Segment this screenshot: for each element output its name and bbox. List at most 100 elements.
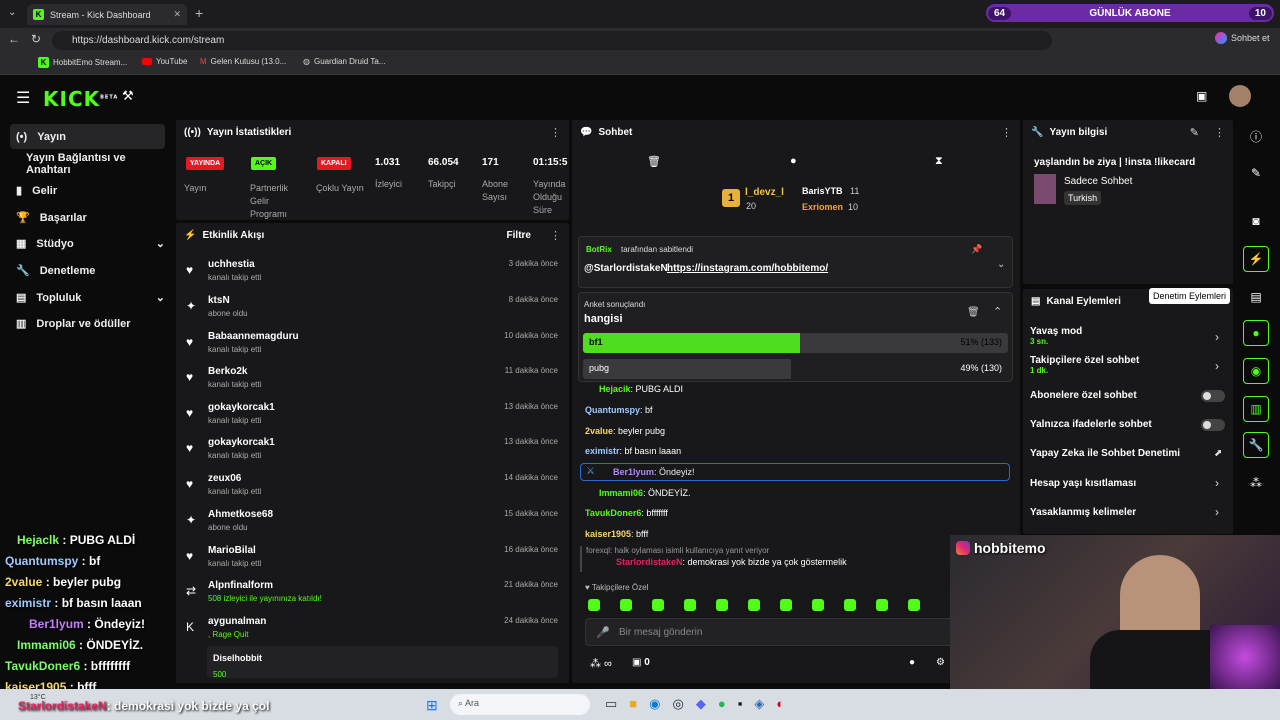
avatar[interactable]: [1229, 85, 1251, 107]
stat-label: Takipçi: [428, 179, 456, 189]
lightning-icon[interactable]: ⚡: [1243, 246, 1269, 272]
banned-words-option[interactable]: Yasaklanmış kelimeler: [1030, 507, 1136, 518]
users-icon[interactable]: ⁂ ∞: [590, 657, 612, 670]
gift-icon[interactable]: ▣ 0: [632, 657, 650, 668]
more-icon[interactable]: ⋮: [1001, 126, 1012, 139]
camera-icon[interactable]: ◙: [1243, 208, 1269, 234]
chat-rail-icon[interactable]: ●: [1243, 320, 1269, 346]
stat-label: Yayın: [184, 183, 207, 193]
slow-mode-option[interactable]: Yavaş mod 3 sn.: [1030, 326, 1082, 346]
chat-input-placeholder: Bir mesaj gönderin: [619, 627, 703, 638]
edit-icon[interactable]: ✎: [1190, 126, 1199, 139]
windows-start-icon[interactable]: ⊞: [426, 697, 438, 714]
grid-icon[interactable]: ▣: [1196, 89, 1207, 103]
hourglass-icon[interactable]: ⧗: [935, 155, 943, 168]
users-rail-icon[interactable]: ⁂: [1243, 470, 1269, 496]
copilot-button[interactable]: Sohbet et: [1215, 32, 1270, 44]
new-tab-icon[interactable]: +: [195, 5, 203, 21]
partner-badge: AÇIK: [251, 157, 277, 170]
emote-only-toggle[interactable]: [1201, 419, 1225, 431]
address-bar-row: ← ↻ https://dashboard.kick.com/stream So…: [0, 28, 1280, 53]
kick-logo[interactable]: KICKBETA: [43, 87, 118, 111]
steam-icon[interactable]: ◎: [673, 696, 684, 712]
terminal-icon[interactable]: ▪: [738, 696, 743, 712]
pin-icon[interactable]: 📌: [971, 244, 982, 255]
settings-gear-icon[interactable]: ⚙: [936, 657, 945, 668]
bookmark-item[interactable]: YouTube: [142, 57, 187, 66]
ai-moderation-option[interactable]: Yapay Zeka ile Sohbet Denetimi: [1030, 448, 1180, 459]
rank-badge: 1: [722, 189, 740, 207]
sidebar-item-topluluk[interactable]: ▤ Topluluk ⌄: [10, 285, 165, 310]
wrench-rail-icon[interactable]: 🔧: [1243, 432, 1269, 458]
actions-icon: ▤: [1031, 296, 1041, 307]
file-explorer-icon[interactable]: ■: [629, 696, 637, 712]
sidebar-item-gelir[interactable]: ▮ Gelir: [10, 178, 165, 203]
overlay-last-line: StarlordistakeN: demokrasi yok bizde ya …: [18, 699, 270, 713]
multistream-badge: KAPALI: [317, 157, 351, 170]
sidebar-item-droplar[interactable]: ▥ Droplar ve ödüller: [10, 311, 165, 336]
sidebar-item-stream-key[interactable]: Yayın Bağlantısı ve Anahtarı: [10, 151, 165, 176]
chat-message: eximistr: bf basın laaan: [585, 446, 682, 456]
top-gifter-name: l_devz_l: [745, 187, 784, 198]
activity-event: ♥ gokaykorcak1 kanalı takip etti 13 dakika …: [186, 437, 558, 460]
category-name: Sadece Sohbet: [1064, 176, 1133, 187]
url-input[interactable]: https://dashboard.kick.com/stream: [52, 31, 1052, 50]
trash-icon[interactable]: 🗑: [967, 307, 980, 318]
more-icon[interactable]: ⋮: [550, 126, 561, 139]
broadcast-rail-icon[interactable]: ◉: [1243, 358, 1269, 384]
webcam-feed: [950, 535, 1280, 690]
sidebar-item-yayin[interactable]: (•) Yayın: [10, 124, 165, 149]
tab-close-icon[interactable]: ✕: [173, 9, 181, 20]
discord-icon[interactable]: ◆: [696, 696, 706, 712]
more-icon[interactable]: ⋮: [550, 229, 561, 242]
bookmark-item[interactable]: ◍ Guardian Druid Ta...: [303, 57, 385, 66]
emote-row[interactable]: [588, 599, 958, 613]
clipboard-icon[interactable]: ▤: [1243, 284, 1269, 310]
filter-button[interactable]: Filtre: [507, 230, 531, 241]
taskbar-search[interactable]: ⌕ Ara: [450, 694, 590, 715]
pencil-icon[interactable]: ✎: [1243, 160, 1269, 186]
reload-icon[interactable]: ↻: [31, 32, 41, 46]
bookmark-item[interactable]: K HobbitEmo Stream...: [38, 57, 127, 68]
layout-icon[interactable]: ▥: [1243, 396, 1269, 422]
pinned-link[interactable]: https://instagram.com/hobbitemo/: [667, 263, 828, 274]
back-icon[interactable]: ←: [8, 32, 20, 46]
edge-icon[interactable]: ◉: [649, 696, 660, 712]
chevron-right-icon[interactable]: ›: [1215, 330, 1219, 344]
stat-label: Partnerlik Gelir Programı: [250, 183, 289, 219]
more-icon[interactable]: ⋮: [1214, 126, 1225, 139]
chevron-down-icon[interactable]: ⌄: [997, 259, 1005, 270]
sidebar-item-basarilar[interactable]: 🏆 Başarılar: [10, 205, 165, 230]
chevron-right-icon[interactable]: ›: [1215, 359, 1219, 373]
info-icon[interactable]: ⓘ: [1243, 123, 1269, 149]
chevron-right-icon[interactable]: ›: [1215, 505, 1219, 519]
tab-list-icon[interactable]: ⌄: [8, 7, 16, 18]
app-icon[interactable]: ◈: [754, 696, 764, 712]
chat-input[interactable]: 🎤 Bir mesaj gönderin: [585, 618, 1010, 646]
community-icon: ▤: [16, 292, 27, 304]
chevron-up-icon[interactable]: ⌃: [993, 305, 1002, 318]
chat-emote-icon[interactable]: ●: [909, 657, 915, 668]
spotify-icon[interactable]: ●: [718, 696, 726, 712]
chevron-right-icon[interactable]: ›: [1215, 476, 1219, 490]
followers-only-option[interactable]: Takipçilere özel sohbet 1 dk.: [1030, 355, 1139, 375]
chat-message: 2value: beyler pubg: [585, 426, 666, 436]
task-view-icon[interactable]: ▭: [605, 696, 617, 712]
activity-event: ♥ Berko2k kanalı takip etti 11 dakika önce: [186, 366, 558, 389]
external-link-icon[interactable]: ⬈: [1214, 448, 1222, 459]
bookmark-item[interactable]: M Gelen Kutusu (13.0...: [200, 57, 286, 66]
subs-only-toggle[interactable]: [1201, 390, 1225, 402]
kick-favicon-icon: K: [38, 57, 49, 68]
chat-message: kaiser1905: bfff: [585, 529, 649, 539]
mic-icon[interactable]: 🎤: [596, 626, 610, 639]
menu-icon[interactable]: ☰: [16, 88, 30, 108]
tools-icon[interactable]: ⚒: [122, 88, 134, 104]
account-age-option[interactable]: Hesap yaşı kısıtlaması: [1030, 478, 1136, 489]
browser-tab[interactable]: K Stream - Kick Dashboard ✕: [27, 4, 187, 25]
sidebar-item-denetleme[interactable]: 🔧 Denetleme: [10, 258, 165, 283]
trophy-icon: 🏆: [16, 212, 30, 224]
chat-bubble-icon[interactable]: ●: [790, 155, 797, 167]
obs-icon[interactable]: ◐: [776, 696, 784, 712]
sidebar-item-studyo[interactable]: ▦ Stüdyo ⌄: [10, 231, 165, 256]
trash-icon[interactable]: 🗑: [647, 155, 661, 168]
